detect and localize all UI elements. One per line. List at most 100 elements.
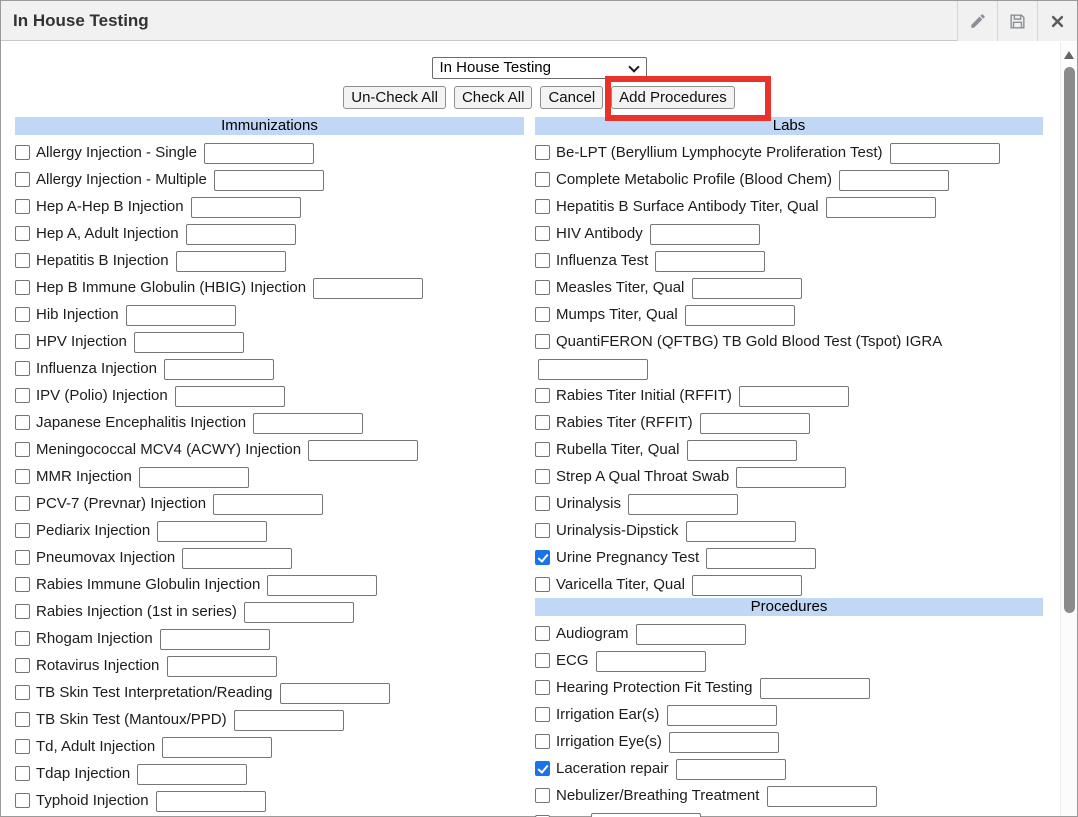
checkbox[interactable] xyxy=(535,415,550,430)
vertical-scrollbar[interactable] xyxy=(1060,42,1077,816)
checkbox[interactable] xyxy=(535,734,550,749)
value-input[interactable] xyxy=(176,251,286,272)
value-input[interactable] xyxy=(280,683,390,704)
checkbox[interactable] xyxy=(15,631,30,646)
value-input[interactable] xyxy=(126,305,236,326)
checkbox[interactable] xyxy=(535,307,550,322)
checkbox[interactable] xyxy=(15,415,30,430)
value-input[interactable] xyxy=(692,278,802,299)
checkbox[interactable] xyxy=(535,280,550,295)
checkbox[interactable] xyxy=(15,334,30,349)
value-input[interactable] xyxy=(692,575,802,596)
value-input[interactable] xyxy=(839,170,949,191)
value-input[interactable] xyxy=(160,629,270,650)
value-input[interactable] xyxy=(214,170,324,191)
value-input[interactable] xyxy=(134,332,244,353)
value-input[interactable] xyxy=(676,759,786,780)
save-button[interactable] xyxy=(997,1,1037,41)
checkbox[interactable] xyxy=(15,280,30,295)
checkbox[interactable] xyxy=(15,550,30,565)
value-input[interactable] xyxy=(313,278,423,299)
value-input[interactable] xyxy=(244,602,354,623)
value-input[interactable] xyxy=(826,197,936,218)
value-input[interactable] xyxy=(636,624,746,645)
checkbox[interactable] xyxy=(535,172,550,187)
checkbox[interactable] xyxy=(535,442,550,457)
checkbox[interactable] xyxy=(15,793,30,808)
checkbox[interactable] xyxy=(535,388,550,403)
value-input[interactable] xyxy=(308,440,418,461)
add-procedures-button[interactable]: Add Procedures xyxy=(611,86,735,109)
value-input[interactable] xyxy=(700,413,810,434)
value-input[interactable] xyxy=(767,786,877,807)
checkbox[interactable] xyxy=(15,496,30,511)
value-input[interactable] xyxy=(267,575,377,596)
value-input[interactable] xyxy=(591,813,701,817)
checkbox[interactable] xyxy=(535,707,550,722)
checkbox[interactable] xyxy=(15,226,30,241)
checkbox[interactable] xyxy=(535,199,550,214)
value-input[interactable] xyxy=(685,305,795,326)
checkbox[interactable] xyxy=(15,199,30,214)
checkbox[interactable] xyxy=(15,739,30,754)
checkbox[interactable] xyxy=(535,653,550,668)
checkbox[interactable] xyxy=(15,253,30,268)
value-input[interactable] xyxy=(175,386,285,407)
value-input[interactable] xyxy=(736,467,846,488)
checkbox[interactable] xyxy=(535,496,550,511)
checkbox[interactable] xyxy=(535,788,550,803)
un-check-all-button[interactable]: Un-Check All xyxy=(343,86,446,109)
value-input[interactable] xyxy=(253,413,363,434)
value-input[interactable] xyxy=(890,143,1000,164)
value-input[interactable] xyxy=(213,494,323,515)
value-input[interactable] xyxy=(706,548,816,569)
checkbox[interactable] xyxy=(15,577,30,592)
checkbox[interactable] xyxy=(535,334,550,349)
checkbox[interactable] xyxy=(15,712,30,727)
value-input[interactable] xyxy=(139,467,249,488)
value-input[interactable] xyxy=(234,710,344,731)
cancel-button[interactable]: Cancel xyxy=(540,86,603,109)
checkbox[interactable] xyxy=(535,226,550,241)
checkbox[interactable] xyxy=(15,145,30,160)
checkbox[interactable] xyxy=(535,626,550,641)
value-input[interactable] xyxy=(687,440,797,461)
value-input[interactable] xyxy=(162,737,272,758)
checkbox[interactable] xyxy=(15,685,30,700)
close-button[interactable] xyxy=(1037,1,1077,41)
value-input[interactable] xyxy=(204,143,314,164)
value-input[interactable] xyxy=(164,359,274,380)
value-input[interactable] xyxy=(596,651,706,672)
value-input[interactable] xyxy=(167,656,277,677)
checkbox[interactable] xyxy=(535,145,550,160)
checkbox[interactable] xyxy=(15,523,30,538)
value-input[interactable] xyxy=(186,224,296,245)
checkbox[interactable] xyxy=(15,307,30,322)
checkbox[interactable] xyxy=(15,361,30,376)
value-input[interactable] xyxy=(650,224,760,245)
value-input[interactable] xyxy=(191,197,301,218)
value-input[interactable] xyxy=(157,521,267,542)
value-input[interactable] xyxy=(667,705,777,726)
scrollbar-thumb[interactable] xyxy=(1064,67,1075,613)
value-input[interactable] xyxy=(156,791,266,812)
scrollbar-up-arrow-icon[interactable] xyxy=(1064,51,1074,59)
checkbox[interactable] xyxy=(15,658,30,673)
category-dropdown[interactable]: In House Testing xyxy=(432,57,647,79)
checkbox[interactable] xyxy=(535,523,550,538)
value-input[interactable] xyxy=(182,548,292,569)
checkbox[interactable] xyxy=(15,172,30,187)
value-input[interactable] xyxy=(669,732,779,753)
value-input[interactable] xyxy=(739,386,849,407)
checkbox[interactable] xyxy=(15,469,30,484)
value-input[interactable] xyxy=(538,359,648,380)
edit-button[interactable] xyxy=(957,1,997,41)
checkbox-checked[interactable] xyxy=(535,550,550,565)
checkbox[interactable] xyxy=(535,469,550,484)
value-input[interactable] xyxy=(137,764,247,785)
checkbox[interactable] xyxy=(15,388,30,403)
checkbox[interactable] xyxy=(15,604,30,619)
checkbox[interactable] xyxy=(15,766,30,781)
checkbox[interactable] xyxy=(535,577,550,592)
value-input[interactable] xyxy=(760,678,870,699)
